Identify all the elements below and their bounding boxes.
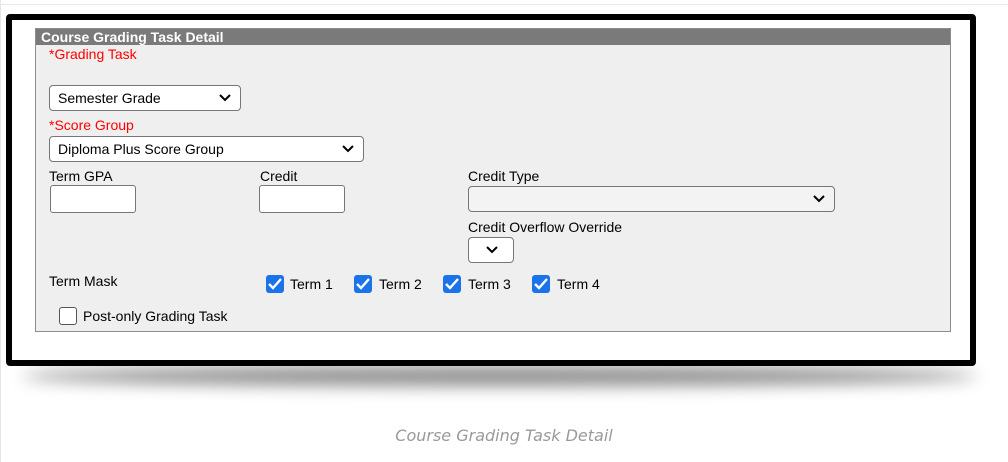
checkmark-icon [268, 278, 282, 290]
score-group-label: *Score Group [49, 117, 134, 133]
chevron-down-icon [813, 195, 825, 203]
credit-type-label: Credit Type [468, 168, 540, 184]
grading-task-label: *Grading Task [49, 46, 137, 62]
term-2-checkbox[interactable] [354, 275, 372, 293]
course-grading-task-detail-panel: Course Grading Task Detail *Grading Task… [35, 28, 951, 332]
checkmark-icon [534, 278, 548, 290]
term-1-checkbox[interactable] [266, 275, 284, 293]
term-gpa-input[interactable] [50, 185, 136, 213]
page-top-border [0, 4, 1008, 5]
grading-task-select[interactable]: Semester Grade [49, 85, 241, 111]
term-3-label: Term 3 [468, 276, 511, 292]
post-only-label: Post-only Grading Task [83, 308, 228, 324]
term-gpa-label: Term GPA [49, 168, 113, 184]
checkmark-icon [356, 278, 370, 290]
panel-header: Course Grading Task Detail [36, 29, 950, 45]
credit-label: Credit [260, 168, 298, 184]
figure-caption: Course Grading Task Detail [395, 426, 613, 445]
term-1-label: Term 1 [290, 276, 333, 292]
credit-overflow-select[interactable] [468, 237, 514, 263]
term-3-checkbox[interactable] [443, 275, 461, 293]
credit-type-select[interactable] [468, 186, 835, 212]
chevron-down-icon [219, 94, 231, 102]
credit-input[interactable] [259, 185, 345, 213]
score-group-selected: Diploma Plus Score Group [58, 141, 224, 157]
score-group-select[interactable]: Diploma Plus Score Group [49, 136, 364, 162]
chevron-down-icon [486, 246, 498, 254]
term-4-checkbox[interactable] [532, 275, 550, 293]
screenshot-shadow [22, 366, 977, 386]
grading-task-selected: Semester Grade [58, 90, 161, 106]
term-2-label: Term 2 [379, 276, 422, 292]
post-only-checkbox[interactable] [59, 307, 77, 325]
chevron-down-icon [342, 145, 354, 153]
term-mask-label: Term Mask [49, 273, 118, 289]
credit-overflow-label: Credit Overflow Override [468, 219, 623, 235]
page-left-border [0, 0, 1, 462]
checkmark-icon [445, 278, 459, 290]
term-4-label: Term 4 [557, 276, 600, 292]
